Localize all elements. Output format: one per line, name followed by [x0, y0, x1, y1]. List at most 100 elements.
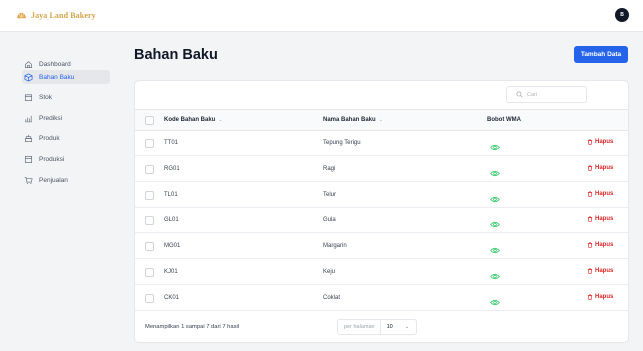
- delete-button[interactable]: Hapus: [587, 165, 613, 171]
- delete-button[interactable]: Hapus: [587, 268, 613, 274]
- eye-icon[interactable]: [490, 139, 500, 151]
- row-checkbox[interactable]: [145, 293, 154, 303]
- eye-icon[interactable]: [490, 216, 500, 228]
- delete-label: Hapus: [595, 164, 614, 171]
- eye-icon[interactable]: [490, 242, 500, 254]
- trash-icon: [587, 191, 593, 197]
- search-box[interactable]: [506, 86, 587, 103]
- cell-code: KJ01: [164, 269, 178, 275]
- sidebar-item-produksi[interactable]: Produksi: [23, 152, 111, 166]
- sidebar-item-label: Produksi: [39, 155, 65, 163]
- table-footer: Menampilkan 1 sampai 7 dari 7 hasil per …: [135, 313, 628, 342]
- delete-label: Hapus: [595, 216, 614, 223]
- chevron-down-icon: ⌄: [218, 117, 223, 123]
- add-data-button[interactable]: Tambah Data: [574, 46, 628, 63]
- delete-label: Hapus: [595, 268, 614, 274]
- delete-button[interactable]: Hapus: [587, 242, 613, 248]
- archive-icon: [23, 154, 33, 164]
- row-checkbox[interactable]: [145, 139, 154, 148]
- delete-button[interactable]: Hapus: [587, 191, 613, 197]
- cell-name: Telur: [323, 191, 337, 198]
- sidebar: Dashboard Bahan Baku Stok Prediksi Produ…: [0, 33, 115, 351]
- table-card: Kode Bahan Baku ⌄ Nama Bahan Baku ⌄ Bobo…: [134, 80, 629, 343]
- page-title: Bahan Baku: [134, 47, 218, 63]
- header-wma: Bobot WMA: [487, 117, 521, 123]
- delete-button[interactable]: Hapus: [587, 216, 613, 222]
- delete-label: Hapus: [595, 190, 614, 197]
- row-checkbox[interactable]: [145, 242, 154, 252]
- cell-code: TT01: [164, 140, 179, 146]
- delete-label: Hapus: [595, 139, 614, 145]
- box-icon: [23, 92, 33, 102]
- search-icon: [516, 91, 523, 98]
- search-input[interactable]: [527, 91, 577, 98]
- cell-name: Gula: [323, 217, 336, 224]
- delete-button[interactable]: Hapus: [587, 294, 613, 300]
- home-icon: [23, 59, 33, 69]
- sidebar-item-label: Dashboard: [39, 60, 71, 68]
- table-row: RG01 Ragi Hapus: [135, 158, 628, 182]
- eye-icon[interactable]: [490, 191, 500, 202]
- cell-name: Keju: [323, 269, 336, 275]
- cell-name: Margarin: [323, 243, 347, 250]
- table-header: Kode Bahan Baku ⌄ Nama Bahan Baku ⌄ Bobo…: [135, 109, 628, 131]
- header-code-label: Kode Bahan Baku: [164, 117, 216, 123]
- sidebar-item-penjualan[interactable]: Penjualan: [23, 173, 111, 187]
- header-code[interactable]: Kode Bahan Baku ⌄: [164, 117, 223, 123]
- sidebar-item-label: Stok: [39, 93, 53, 101]
- trash-icon: [587, 294, 593, 300]
- cube-icon: [23, 72, 33, 82]
- row-checkbox[interactable]: [145, 268, 154, 277]
- trash-icon: [587, 139, 593, 145]
- bakery-logo-icon: [17, 12, 26, 19]
- cell-code: MG01: [164, 243, 181, 250]
- row-checkbox[interactable]: [145, 164, 154, 174]
- table-row: GL01 Gula Hapus: [135, 209, 628, 234]
- table-row: CK01 Coklat Hapus: [135, 287, 628, 311]
- trash-icon: [587, 165, 593, 171]
- brand[interactable]: Jaya Land Bakery: [16, 11, 96, 20]
- delete-button[interactable]: Hapus: [587, 139, 613, 145]
- brand-name: Jaya Land Bakery: [31, 11, 96, 20]
- cart-icon: [23, 175, 33, 185]
- eye-icon[interactable]: [490, 165, 500, 176]
- table-row: TT01 Tepung Terigu Hapus: [135, 132, 628, 156]
- cell-name: Tepung Terigu: [323, 140, 361, 146]
- sidebar-item-label: Produk: [39, 134, 60, 142]
- cell-code: TL01: [164, 191, 178, 198]
- row-checkbox[interactable]: [145, 190, 154, 200]
- sidebar-item-label: Penjualan: [39, 176, 68, 184]
- table-row: KJ01 Keju Hapus: [135, 261, 628, 285]
- avatar-initial: B: [620, 12, 624, 18]
- user-avatar[interactable]: B: [615, 8, 629, 22]
- per-page-value: 10: [386, 324, 393, 330]
- sidebar-item-dashboard[interactable]: Dashboard: [23, 57, 111, 71]
- sidebar-item-bahan-baku[interactable]: Bahan Baku: [22, 70, 110, 84]
- sidebar-item-produk[interactable]: Produk: [23, 131, 111, 145]
- sidebar-item-prediksi[interactable]: Prediksi: [23, 111, 111, 125]
- chart-icon: [23, 113, 33, 123]
- chevron-down-icon: ⌄: [378, 117, 383, 123]
- per-page-label: per halaman: [338, 320, 381, 334]
- table-row: TL01 Telur Hapus: [135, 184, 628, 208]
- row-checkbox[interactable]: [145, 216, 154, 226]
- cell-name: Ragi: [323, 165, 336, 172]
- sidebar-item-label: Prediksi: [39, 114, 63, 122]
- cake-icon: [23, 133, 33, 143]
- cell-code: GL01: [164, 217, 179, 224]
- pagination-summary: Menampilkan 1 sampai 7 dari 7 hasil: [145, 324, 240, 330]
- header-name-label: Nama Bahan Baku: [323, 117, 376, 123]
- top-bar: Jaya Land Bakery B: [0, 0, 643, 32]
- eye-icon[interactable]: [490, 294, 500, 305]
- sidebar-item-stok[interactable]: Stok: [23, 90, 111, 104]
- chevron-down-icon: ⌄: [404, 324, 409, 330]
- eye-icon[interactable]: [490, 268, 500, 280]
- select-all-checkbox[interactable]: [145, 116, 154, 125]
- trash-icon: [587, 268, 593, 274]
- sidebar-item-label: Bahan Baku: [39, 73, 75, 81]
- delete-label: Hapus: [595, 293, 614, 300]
- per-page-select[interactable]: per halaman 10 ⌄: [337, 319, 417, 335]
- header-name[interactable]: Nama Bahan Baku ⌄: [323, 117, 383, 123]
- trash-icon: [587, 242, 593, 248]
- table-row: MG01 Margarin Hapus: [135, 235, 628, 260]
